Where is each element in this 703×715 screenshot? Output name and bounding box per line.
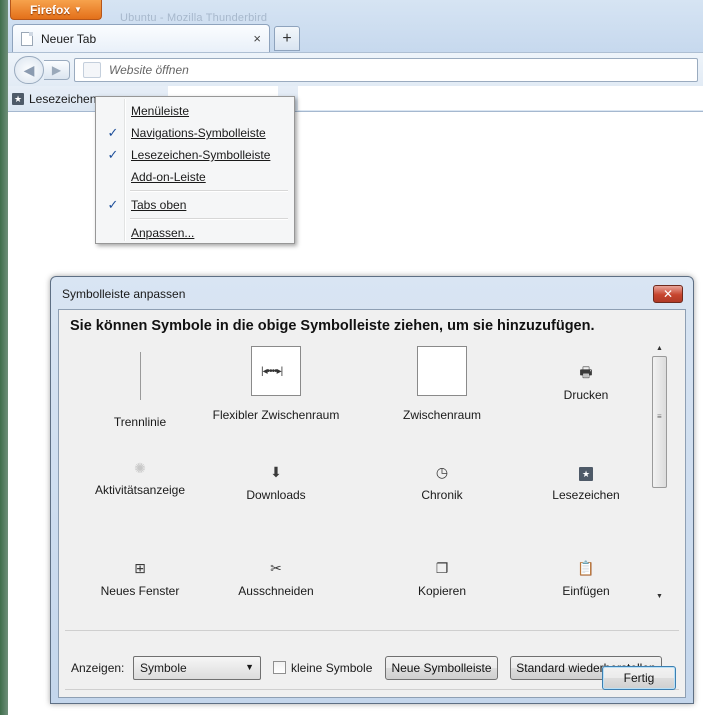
palette-item-new-window[interactable]: ⊞ Neues Fenster xyxy=(65,560,215,598)
palette-item-label: Neues Fenster xyxy=(100,584,180,598)
customize-toolbar-dialog: Symbolleiste anpassen ✕ Sie können Symbo… xyxy=(50,276,694,704)
dialog-heading: Sie können Symbole in die obige Symbolle… xyxy=(70,318,595,334)
show-mode-value: Symbole xyxy=(140,661,187,675)
grip-icon: ≡ xyxy=(657,412,662,421)
dialog-close-button[interactable]: ✕ xyxy=(653,285,683,303)
palette-item-label: Aktivitätsanzeige xyxy=(94,483,186,497)
show-mode-select[interactable]: Symbole ▼ xyxy=(133,656,261,680)
palette-item-print[interactable]: 🖶 Drucken xyxy=(511,364,661,402)
menu-item-label: Tabs oben xyxy=(131,198,187,212)
done-button[interactable]: Fertig xyxy=(602,666,676,690)
new-tab-button[interactable]: + xyxy=(274,26,300,51)
menu-item-tabs-on-top[interactable]: ✓ Tabs oben xyxy=(98,194,292,216)
divider xyxy=(65,689,679,690)
palette-item-label: Lesezeichen xyxy=(552,488,620,502)
palette-item-flexible-space[interactable]: |◂••••▸| Flexibler Zwischenraum xyxy=(201,346,351,422)
site-identity-icon[interactable] xyxy=(83,62,101,78)
scroll-down-icon[interactable]: ▼ xyxy=(651,590,668,604)
divider xyxy=(65,630,679,631)
palette-item-separator[interactable]: Trennlinie xyxy=(65,352,215,429)
menu-item-label: Lesezeichen-Symbolleiste xyxy=(131,148,271,162)
url-input[interactable] xyxy=(109,63,669,77)
bookmarks-label: Lesezeichen xyxy=(29,92,97,106)
bookmarks-menu-button[interactable]: ★ Lesezeichen xyxy=(12,90,96,108)
tab-label: Neuer Tab xyxy=(41,31,97,46)
navigation-toolbar: ◀ ▶ xyxy=(8,52,703,86)
menu-item-label: Add-on-Leiste xyxy=(131,170,206,184)
bookmark-icon: ★ xyxy=(511,464,661,481)
back-button[interactable]: ◀ xyxy=(14,56,44,84)
arrow-right-icon: ▶ xyxy=(51,63,62,77)
palette-item-label: Einfügen xyxy=(562,584,610,598)
menu-item-label: Menüleiste xyxy=(131,104,190,118)
small-icons-label[interactable]: kleine Symbole xyxy=(291,661,372,675)
menu-item-customize[interactable]: Anpassen... xyxy=(98,222,292,244)
palette-item-copy[interactable]: ❐ Kopieren xyxy=(367,560,517,598)
firefox-button-label: Firefox xyxy=(30,2,71,17)
palette-item-label: Flexibler Zwischenraum xyxy=(212,408,340,422)
palette-scrollbar[interactable]: ▲ ≡ ▼ xyxy=(651,342,668,604)
toolbar-drop-area xyxy=(298,86,703,110)
checkmark-icon: ✓ xyxy=(107,147,119,162)
chevron-down-icon: ▼ xyxy=(74,5,82,14)
palette-item-label: Kopieren xyxy=(417,584,467,598)
url-bar[interactable] xyxy=(74,58,698,82)
menu-item-addon-bar[interactable]: Add-on-Leiste xyxy=(98,166,292,188)
dialog-titlebar[interactable]: Symbolleiste anpassen ✕ xyxy=(51,277,693,311)
scroll-up-icon[interactable]: ▲ xyxy=(651,342,668,356)
palette-item-label: Ausschneiden xyxy=(238,584,314,598)
space-icon xyxy=(417,346,467,396)
checkmark-icon: ✓ xyxy=(107,125,119,140)
firefox-menu-button[interactable]: Firefox ▼ xyxy=(10,0,102,20)
palette-item-label: Chronik xyxy=(421,488,463,502)
show-label: Anzeigen: xyxy=(71,661,125,675)
tab-new-tab[interactable]: Neuer Tab × xyxy=(12,24,270,52)
chevron-down-icon: ▼ xyxy=(245,662,254,672)
separator-line-icon xyxy=(139,352,141,400)
menu-item-bookmarks-toolbar[interactable]: ✓ Lesezeichen-Symbolleiste xyxy=(98,144,292,166)
toolbar-drop-slot xyxy=(168,86,278,96)
new-toolbar-button[interactable]: Neue Symbolleiste xyxy=(385,656,498,680)
cut-icon: ✂ xyxy=(270,560,282,576)
download-icon: ⬇ xyxy=(270,464,282,480)
arrow-left-icon: ◀ xyxy=(23,61,35,78)
menu-item-menu-bar[interactable]: Menüleiste xyxy=(98,100,292,122)
menu-item-label: Anpassen... xyxy=(131,226,195,240)
palette-item-label: Drucken xyxy=(563,388,609,402)
dialog-title: Symbolleiste anpassen xyxy=(62,287,186,301)
window-glass-border xyxy=(0,0,8,715)
forward-button[interactable]: ▶ xyxy=(44,60,70,80)
history-icon: ◷ xyxy=(435,464,449,480)
page-icon xyxy=(21,31,33,46)
toolbar-palette: Trennlinie |◂••••▸| Flexibler Zwischenra… xyxy=(65,346,645,608)
palette-item-history[interactable]: ◷ Chronik xyxy=(367,464,517,502)
tab-bar: Neuer Tab × + xyxy=(8,24,703,52)
small-icons-checkbox[interactable] xyxy=(273,661,286,674)
menu-item-label: Navigations-Symbolleiste xyxy=(131,126,266,140)
palette-item-downloads[interactable]: ⬇ Downloads xyxy=(201,464,351,502)
new-window-icon: ⊞ xyxy=(134,560,146,576)
palette-item-label: Downloads xyxy=(246,488,306,502)
palette-item-cut[interactable]: ✂ Ausschneiden xyxy=(201,560,351,598)
print-icon: 🖶 xyxy=(579,364,593,380)
toolbar-context-menu: Menüleiste ✓ Navigations-Symbolleiste ✓ … xyxy=(95,96,295,244)
palette-item-label: Zwischenraum xyxy=(402,408,482,422)
scrollbar-thumb[interactable]: ≡ xyxy=(652,356,667,488)
close-icon[interactable]: × xyxy=(253,31,261,46)
palette-item-paste[interactable]: 📋 Einfügen xyxy=(511,560,661,598)
close-icon: ✕ xyxy=(662,287,674,301)
window-title: Ubuntu - Mozilla Thunderbird xyxy=(120,12,268,24)
flexible-space-icon: |◂••••▸| xyxy=(251,346,301,396)
paste-icon: 📋 xyxy=(577,560,595,576)
palette-item-space[interactable]: Zwischenraum xyxy=(367,346,517,422)
checkmark-icon: ✓ xyxy=(107,197,119,212)
palette-item-activity-indicator[interactable]: ✺ Aktivitätsanzeige xyxy=(65,460,215,497)
palette-item-bookmarks[interactable]: ★ Lesezeichen xyxy=(511,464,661,502)
dialog-body: Sie können Symbole in die obige Symbolle… xyxy=(58,309,686,698)
star-icon: ★ xyxy=(12,93,24,105)
throbber-icon: ✺ xyxy=(134,460,146,476)
copy-icon: ❐ xyxy=(435,560,449,576)
palette-item-label: Trennlinie xyxy=(113,415,167,429)
menu-item-navigation-toolbar[interactable]: ✓ Navigations-Symbolleiste xyxy=(98,122,292,144)
